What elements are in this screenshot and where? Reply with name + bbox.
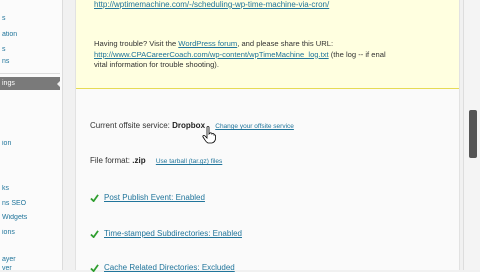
sidebar-item-9[interactable]: Widgets (0, 214, 62, 221)
trouble-prefix: Having trouble? Visit the (94, 39, 179, 48)
trouble-middle: , and please share this URL: (237, 39, 334, 48)
log-file-link[interactable]: http://www.CPACareerCoach.com/wp-content… (94, 50, 329, 59)
timestamped-link[interactable]: Time-stamped Subdirectories: Enabled (104, 229, 242, 238)
option-post-publish: Post Publish Event: Enabled (90, 193, 205, 202)
wordpress-forum-link[interactable]: WordPress forum (178, 39, 237, 48)
plugin-settings-panel: http://wptimemachine.com/-/scheduling-wp… (75, 0, 460, 272)
sidebar-item-6[interactable]: ion (0, 140, 62, 147)
sidebar-item-3[interactable]: s (0, 46, 62, 53)
change-offsite-link[interactable]: Change your offsite service (215, 123, 294, 130)
sidebar-item-11[interactable]: ayer (0, 256, 62, 263)
trouble-line3: vital information for trouble shooting). (94, 60, 219, 69)
sidebar-item-10[interactable]: ions (0, 229, 62, 236)
use-tarball-link[interactable]: Use tarball (tar.gz) files (156, 158, 222, 165)
admin-sidebar: s ation s ns ions ings ion ks ns SEO Wid… (0, 0, 63, 272)
offsite-label: Current offsite service: (90, 121, 170, 130)
scrollbar-thumb[interactable] (469, 110, 477, 158)
cron-help-link[interactable]: http://wptimemachine.com/-/scheduling-wp… (94, 0, 329, 9)
info-notice: http://wptimemachine.com/-/scheduling-wp… (76, 0, 459, 89)
sidebar-divider (0, 73, 60, 74)
log-suffix: (the log -- if enal (328, 49, 386, 59)
sidebar-item-12[interactable]: ver (0, 265, 62, 272)
trouble-paragraph: Having trouble? Visit the WordPress foru… (94, 39, 464, 71)
offsite-service-row: Current offsite service: Dropbox Change … (90, 121, 294, 130)
option-timestamped: Time-stamped Subdirectories: Enabled (90, 229, 242, 238)
sidebar-item-8[interactable]: ns SEO (0, 200, 62, 207)
page-scrollbar[interactable] (463, 0, 480, 270)
sidebar-item-7[interactable]: ks (0, 185, 62, 192)
sidebar-item-4[interactable]: ns (0, 58, 62, 65)
file-format-row: File format: .zip Use tarball (tar.gz) f… (90, 156, 222, 165)
check-icon (90, 230, 99, 238)
sidebar-item-2[interactable]: ation (0, 31, 62, 38)
hand-cursor-icon (202, 126, 216, 144)
check-icon (90, 264, 99, 272)
sidebar-item-1[interactable]: s (0, 15, 62, 22)
cache-link[interactable]: Cache Related Directories: Excluded (104, 263, 235, 272)
check-icon (90, 194, 99, 202)
offsite-value: Dropbox (172, 121, 206, 130)
sidebar-item-settings[interactable]: ings (0, 77, 60, 90)
option-cache: Cache Related Directories: Excluded (90, 263, 235, 272)
format-value: .zip (132, 156, 146, 165)
format-label: File format: (90, 156, 131, 165)
post-publish-link[interactable]: Post Publish Event: Enabled (104, 193, 205, 202)
